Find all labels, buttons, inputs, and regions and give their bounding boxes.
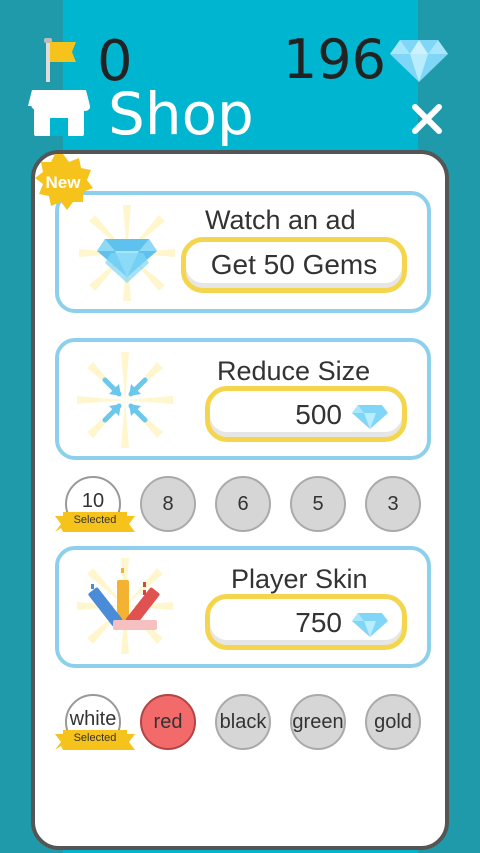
skin-option-label: red — [153, 710, 183, 733]
gem-icon — [352, 405, 388, 429]
skin-options: white Selected red black green gold — [55, 694, 425, 754]
new-badge: New — [35, 154, 93, 210]
shop-icon — [28, 90, 90, 136]
new-badge-label: New — [46, 173, 82, 192]
skin-option-label: green — [292, 710, 344, 733]
size-options: 10 Selected 8 6 5 3 — [55, 476, 425, 536]
selected-label: Selected — [73, 732, 117, 744]
size-option-8[interactable]: 8 — [140, 476, 196, 532]
size-option-5[interactable]: 5 — [290, 476, 346, 532]
close-button[interactable] — [410, 102, 444, 136]
skin-option-label: gold — [374, 710, 412, 733]
player-skin-title: Player Skin — [231, 564, 368, 594]
skin-option-black[interactable]: black — [215, 694, 271, 750]
size-option-label: 6 — [237, 492, 249, 515]
size-option-3[interactable]: 3 — [365, 476, 421, 532]
gem-icon — [390, 40, 448, 82]
page-title: Shop — [108, 80, 254, 148]
skin-option-white[interactable]: white Selected — [55, 694, 135, 750]
reduce-size-title: Reduce Size — [217, 356, 371, 386]
size-option-label: 8 — [162, 492, 174, 515]
top-bar: 0 196 Shop — [0, 0, 480, 150]
gem-count: 196 — [282, 28, 386, 91]
selected-label: Selected — [73, 514, 117, 526]
shrink-arrows-icon — [77, 352, 173, 448]
watch-ad-title: Watch an ad — [205, 205, 356, 235]
selected-ribbon: Selected — [55, 730, 135, 750]
size-option-6[interactable]: 6 — [215, 476, 271, 532]
skin-option-red[interactable]: red — [140, 694, 196, 750]
skin-option-label: white — [69, 708, 117, 730]
watch-ad-card: Watch an ad Get 50 Gems — [55, 191, 431, 313]
gem-icon — [352, 613, 388, 637]
skin-option-gold[interactable]: gold — [365, 694, 421, 750]
reduce-size-card: Reduce Size 500 — [55, 338, 431, 460]
flag-icon — [44, 38, 76, 82]
shop-panel: Watch an ad Get 50 Gems New Reduce Size … — [31, 150, 449, 850]
color-swatch-icon — [77, 558, 173, 654]
skin-option-green[interactable]: green — [290, 694, 346, 750]
selected-ribbon: Selected — [55, 512, 135, 532]
gem-burst-icon — [79, 205, 175, 301]
get-gems-label: Get 50 Gems — [210, 249, 378, 280]
player-skin-buy-button[interactable]: 750 — [205, 594, 407, 650]
reduce-size-buy-button[interactable]: 500 — [205, 386, 407, 442]
size-option-label: 3 — [387, 492, 399, 515]
get-gems-button[interactable]: Get 50 Gems — [181, 237, 407, 293]
size-option-label: 10 — [81, 490, 105, 512]
player-skin-price: 750 — [295, 607, 342, 638]
skin-option-label: black — [219, 710, 267, 733]
player-skin-card: Player Skin 750 — [55, 546, 431, 668]
size-option-10[interactable]: 10 Selected — [55, 476, 135, 532]
size-option-label: 5 — [312, 492, 324, 515]
reduce-size-price: 500 — [295, 399, 342, 430]
